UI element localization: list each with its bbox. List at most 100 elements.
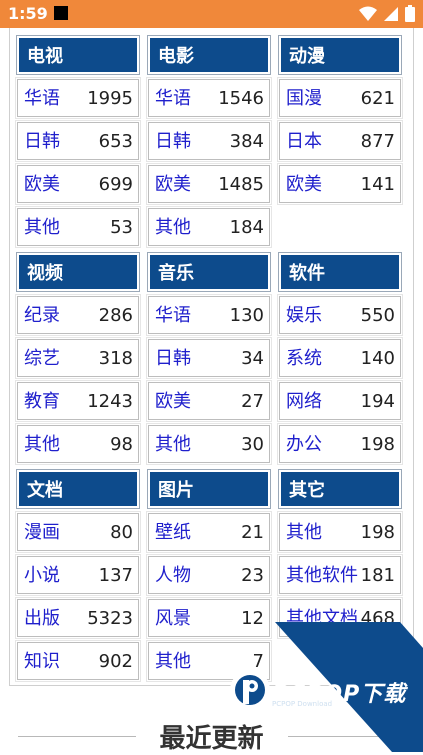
category-item-label[interactable]: 其他	[24, 426, 60, 464]
category-item[interactable]: 教育 1243	[15, 380, 141, 422]
category-header[interactable]: 视频	[16, 252, 140, 292]
category-item-label[interactable]: 人物	[155, 557, 191, 595]
category-item[interactable]: 纪录 286	[15, 294, 141, 336]
category-item-count: 286	[98, 305, 133, 326]
category-header[interactable]: 动漫	[278, 35, 402, 75]
status-bar: 1:59	[0, 0, 423, 28]
category-item-label[interactable]: 欧美	[155, 383, 191, 421]
category-item[interactable]: 华语 130	[146, 294, 272, 336]
category-item-label[interactable]: 国漫	[286, 80, 322, 118]
category-item-count: 137	[98, 565, 133, 586]
category-item[interactable]: 出版 5323	[15, 597, 141, 639]
category-item-count: 198	[360, 522, 395, 543]
category-item[interactable]: 其他 98	[15, 423, 141, 465]
category-item-count: 384	[229, 131, 264, 152]
category-item[interactable]: 人物 23	[146, 554, 272, 596]
category-item[interactable]: 华语 1995	[15, 77, 141, 119]
category-item[interactable]: 漫画 80	[15, 511, 141, 553]
category-item-count: 468	[360, 608, 395, 629]
category-item-label[interactable]: 网络	[286, 383, 322, 421]
category-item[interactable]: 小说 137	[15, 554, 141, 596]
category-item-label[interactable]: 华语	[24, 80, 60, 118]
category-item-label[interactable]: 小说	[24, 557, 60, 595]
category-item-count: 1243	[87, 391, 133, 412]
category-item-label[interactable]: 华语	[155, 297, 191, 335]
category-item-label[interactable]: 出版	[24, 600, 60, 638]
category-item[interactable]: 其他软件 181	[277, 554, 403, 596]
category-item-label[interactable]: 风景	[155, 600, 191, 638]
category-item-label[interactable]: 漫画	[24, 514, 60, 552]
category-header[interactable]: 电视	[16, 35, 140, 75]
category-item-count: 53	[110, 217, 133, 238]
wifi-icon	[359, 6, 377, 21]
status-time: 1:59	[8, 4, 48, 23]
category-item-label[interactable]: 综艺	[24, 340, 60, 378]
category-header[interactable]: 音乐	[147, 252, 271, 292]
category-item-count: 5323	[87, 608, 133, 629]
category-item[interactable]: 办公 198	[277, 423, 403, 465]
category-item[interactable]: 网络 194	[277, 380, 403, 422]
category-item[interactable]: 日韩 34	[146, 337, 272, 379]
category-item[interactable]: 知识 902	[15, 640, 141, 682]
category-item-label[interactable]: 其他	[155, 643, 191, 681]
category-item-label[interactable]: 华语	[155, 80, 191, 118]
category-item[interactable]: 国漫 621	[277, 77, 403, 119]
category-item[interactable]: 其他 53	[15, 206, 141, 248]
category-item-label[interactable]: 欧美	[24, 166, 60, 204]
category-item-label[interactable]: 办公	[286, 426, 322, 464]
category-item-count: 34	[241, 348, 264, 369]
category-header[interactable]: 软件	[278, 252, 402, 292]
category-item[interactable]: 其他 198	[277, 511, 403, 553]
category-item-label[interactable]: 其他	[24, 209, 60, 247]
category-item-label[interactable]: 日韩	[24, 123, 60, 161]
category-item[interactable]: 壁纸 21	[146, 511, 272, 553]
signal-icon	[384, 6, 398, 21]
category-header[interactable]: 其它	[278, 469, 402, 509]
category-item-label[interactable]: 其他文档	[286, 600, 358, 638]
category-item-count: 23	[241, 565, 264, 586]
category-item-label[interactable]: 其他	[155, 426, 191, 464]
category-item-count: 194	[360, 391, 395, 412]
category-item[interactable]: 其他 30	[146, 423, 272, 465]
latest-updates-heading: 最近更新	[0, 718, 423, 754]
category-item-label[interactable]: 系统	[286, 340, 322, 378]
category-item[interactable]: 华语 1546	[146, 77, 272, 119]
category-item[interactable]: 日本 877	[277, 120, 403, 162]
category-item-label[interactable]: 知识	[24, 643, 60, 681]
status-icons	[359, 5, 415, 22]
category-item-count: 27	[241, 391, 264, 412]
category-item-label[interactable]: 欧美	[155, 166, 191, 204]
category-item-label[interactable]: 其他	[286, 514, 322, 552]
category-item-label[interactable]: 教育	[24, 383, 60, 421]
category-item[interactable]: 风景 12	[146, 597, 272, 639]
category-item[interactable]: 欧美 27	[146, 380, 272, 422]
category-item-count: 30	[241, 434, 264, 455]
category-item-label[interactable]: 日韩	[155, 340, 191, 378]
category-item-count: 653	[98, 131, 133, 152]
category-header[interactable]: 图片	[147, 469, 271, 509]
category-item[interactable]: 欧美 699	[15, 163, 141, 205]
category-item[interactable]: 其他 184	[146, 206, 272, 248]
category-item[interactable]: 娱乐 550	[277, 294, 403, 336]
category-item[interactable]: 综艺 318	[15, 337, 141, 379]
category-header[interactable]: 文档	[16, 469, 140, 509]
category-header[interactable]: 电影	[147, 35, 271, 75]
category-item[interactable]: 其他文档 468	[277, 597, 403, 639]
category-item-count: 877	[360, 131, 395, 152]
category-item-count: 184	[229, 217, 264, 238]
category-item-count: 198	[360, 434, 395, 455]
category-item-label[interactable]: 纪录	[24, 297, 60, 335]
category-item-label[interactable]: 娱乐	[286, 297, 322, 335]
category-item[interactable]: 欧美 141	[277, 163, 403, 205]
category-item-label[interactable]: 其他软件	[286, 557, 358, 595]
category-item[interactable]: 日韩 384	[146, 120, 272, 162]
category-item-label[interactable]: 欧美	[286, 166, 322, 204]
category-item-label[interactable]: 其他	[155, 209, 191, 247]
category-item[interactable]: 日韩 653	[15, 120, 141, 162]
category-item-count: 699	[98, 174, 133, 195]
category-item-label[interactable]: 壁纸	[155, 514, 191, 552]
category-item-label[interactable]: 日韩	[155, 123, 191, 161]
category-item[interactable]: 系统 140	[277, 337, 403, 379]
category-item[interactable]: 欧美 1485	[146, 163, 272, 205]
category-item-label[interactable]: 日本	[286, 123, 322, 161]
